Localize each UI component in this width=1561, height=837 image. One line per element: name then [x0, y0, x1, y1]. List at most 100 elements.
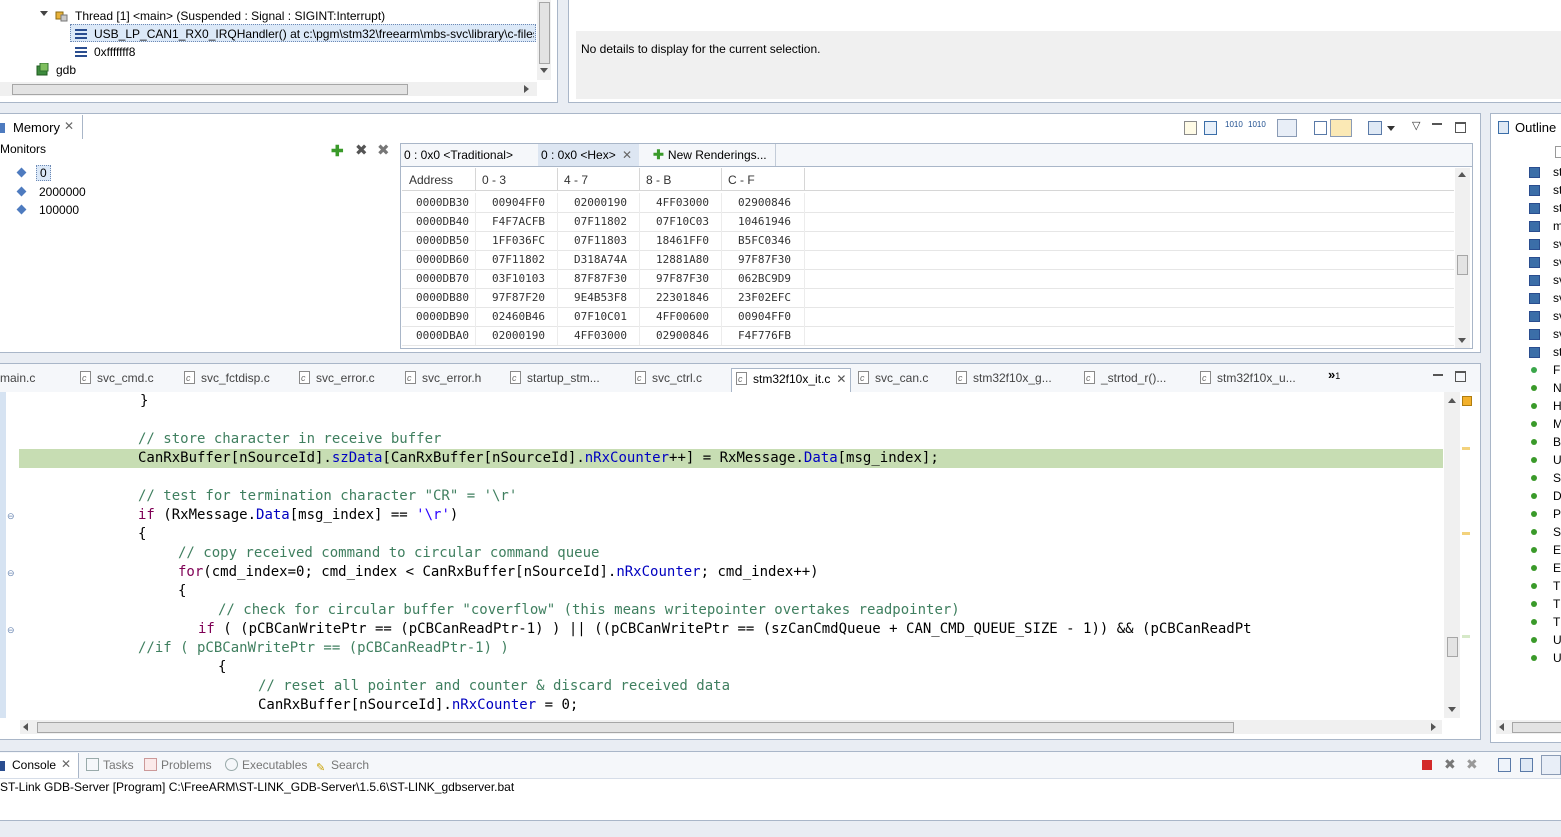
fold-icon[interactable]: ⊖: [7, 568, 15, 579]
view-menu-icon[interactable]: ▽: [1412, 119, 1420, 132]
horizontal-scrollbar[interactable]: [1496, 720, 1561, 734]
outline-item[interactable]: st: [1527, 344, 1561, 360]
tab-overflow-icon[interactable]: »1: [1328, 367, 1340, 382]
hex-value-cell[interactable]: 9E4B53F8: [574, 291, 627, 304]
scroll-left-arrow-icon[interactable]: [23, 723, 28, 731]
minimize-icon[interactable]: [1433, 374, 1443, 376]
hex-value-cell[interactable]: 07F10C01: [574, 310, 627, 323]
editor-tab[interactable]: svc_can.c: [858, 368, 928, 388]
scroll-thumb[interactable]: [1457, 255, 1468, 275]
editor-tab[interactable]: svc_error.h: [405, 368, 481, 388]
minimize-icon[interactable]: [1432, 123, 1442, 125]
console-output[interactable]: [0, 798, 1561, 820]
hex-value-cell[interactable]: F4F7ACFB: [492, 215, 545, 228]
hex-value-cell[interactable]: 00904FF0: [492, 196, 545, 209]
outline-item[interactable]: TI: [1527, 578, 1561, 594]
hex-value-cell[interactable]: 97F87F20: [492, 291, 545, 304]
column-header[interactable]: Address: [409, 173, 453, 187]
rendering-tab-hex[interactable]: 0 : 0x0 <Hex> ✕: [538, 144, 639, 166]
scroll-down-arrow-icon[interactable]: [1448, 707, 1456, 712]
hex-value-cell[interactable]: 062BC9D9: [738, 272, 791, 285]
outline-item[interactable]: TI: [1527, 596, 1561, 612]
outline-item[interactable]: EX: [1527, 542, 1561, 558]
outline-item[interactable]: U: [1527, 452, 1561, 468]
outline-item[interactable]: sv: [1527, 272, 1561, 288]
outline-item[interactable]: m: [1527, 218, 1561, 234]
hex-row[interactable]: 0000DBA0 02000190 4FF03000 02900846 F4F776FB: [402, 326, 1454, 346]
collapse-arrow-icon[interactable]: [40, 11, 48, 16]
hex-value-cell[interactable]: 87F87F30: [574, 272, 627, 285]
add-monitor-icon[interactable]: ✚: [331, 142, 344, 160]
horizontal-scrollbar[interactable]: [0, 82, 537, 96]
maximize-icon[interactable]: [1455, 122, 1466, 133]
hex-value-cell[interactable]: F4F776FB: [738, 329, 791, 342]
remove-all-monitors-icon[interactable]: ✖: [377, 141, 390, 159]
outline-item[interactable]: Bu: [1527, 434, 1561, 450]
editor-tab[interactable]: _strtod_r()...: [1084, 368, 1166, 388]
tab-tasks[interactable]: Tasks: [86, 758, 134, 772]
thread-row[interactable]: Thread [1] <main> (Suspended : Signal : …: [75, 7, 557, 25]
gdb-label[interactable]: gdb: [56, 61, 557, 79]
fold-icon[interactable]: ⊖: [7, 511, 15, 522]
outline-item[interactable]: EX: [1527, 560, 1561, 576]
editor-tab[interactable]: svc_ctrl.c: [635, 368, 702, 388]
hex-value-cell[interactable]: 4FF03000: [574, 329, 627, 342]
vertical-scrollbar[interactable]: [537, 0, 551, 80]
display-console-icon[interactable]: [1541, 755, 1561, 775]
hex-value-cell[interactable]: 23F02EFC: [738, 291, 791, 304]
hex-value-cell[interactable]: 07F11803: [574, 234, 627, 247]
outline-item[interactable]: TI: [1527, 614, 1561, 630]
hex-value-cell[interactable]: B5FC0346: [738, 234, 791, 247]
close-icon[interactable]: ✕: [836, 372, 846, 386]
hex-value-cell[interactable]: 1FF036FC: [492, 234, 545, 247]
hex-value-cell[interactable]: 07F11802: [492, 253, 545, 266]
vertical-scrollbar[interactable]: [1455, 168, 1470, 348]
outline-item[interactable]: N: [1527, 380, 1561, 396]
editor-tab[interactable]: main.c: [0, 368, 35, 388]
console-tab[interactable]: Console ✕: [0, 753, 79, 778]
outline-item[interactable]: Pe: [1527, 506, 1561, 522]
monitor-item[interactable]: 2000000: [16, 184, 216, 200]
binary-swap-icon[interactable]: 1010: [1248, 120, 1266, 129]
scroll-up-arrow-icon[interactable]: [1448, 398, 1456, 403]
link-scroll-icon[interactable]: [1330, 119, 1352, 137]
close-icon[interactable]: ✕: [61, 757, 71, 771]
editor-tab[interactable]: stm32f10x_it.c ✕: [731, 368, 852, 393]
monitor-item[interactable]: 0: [16, 165, 216, 181]
hex-row[interactable]: 0000DB30 00904FF0 02000190 4FF03000 02900846: [402, 193, 1454, 213]
hex-row[interactable]: 0000DB70 03F10103 87F87F30 97F87F30 062BC9D9: [402, 269, 1454, 289]
hex-row[interactable]: 0000DB40 F4F7ACFB 07F11802 07F10C03 10461946: [402, 212, 1454, 232]
hex-row[interactable]: 0000DB60 07F11802 D318A74A 12881A80 97F87F30: [402, 250, 1454, 270]
hex-value-cell[interactable]: 12881A80: [656, 253, 709, 266]
outline-item[interactable]: U: [1527, 650, 1561, 666]
column-header[interactable]: 0 - 3: [482, 173, 506, 187]
column-header[interactable]: 8 - B: [646, 173, 671, 187]
hex-value-cell[interactable]: 07F10C03: [656, 215, 709, 228]
hex-value-cell[interactable]: 02900846: [738, 196, 791, 209]
remove-launch-icon[interactable]: ✖: [1444, 756, 1456, 773]
outline-item[interactable]: H: [1527, 398, 1561, 414]
scroll-down-arrow-icon[interactable]: [1458, 338, 1466, 343]
maximize-icon[interactable]: [1455, 371, 1466, 382]
scroll-right-arrow-icon[interactable]: [524, 85, 529, 93]
outline-item[interactable]: SV: [1527, 470, 1561, 486]
terminate-icon[interactable]: [1422, 760, 1432, 770]
hex-value-cell[interactable]: 97F87F30: [738, 253, 791, 266]
scroll-thumb[interactable]: [1447, 637, 1458, 657]
remove-monitor-icon[interactable]: ✖: [355, 141, 368, 159]
hex-row[interactable]: 0000DB50 1FF036FC 07F11803 18461FF0 B5FC0346: [402, 231, 1454, 251]
outline-item[interactable]: st: [1527, 164, 1561, 180]
tab-problems[interactable]: Problems: [144, 758, 212, 772]
scroll-thumb[interactable]: [37, 722, 1234, 733]
export-icon[interactable]: [1204, 121, 1217, 135]
hex-row[interactable]: 0000DB90 02460B46 07F10C01 4FF00600 00904FF0: [402, 307, 1454, 327]
editor-tab[interactable]: svc_fctdisp.c: [184, 368, 270, 388]
hex-value-cell[interactable]: 4FF03000: [656, 196, 709, 209]
outline-item[interactable]: sv: [1527, 290, 1561, 306]
layout-icon[interactable]: [1314, 121, 1327, 135]
scroll-down-arrow-icon[interactable]: [540, 68, 548, 73]
toggle-split-icon[interactable]: [1277, 119, 1297, 137]
outline-item[interactable]: M: [1527, 416, 1561, 432]
hex-value-cell[interactable]: 10461946: [738, 215, 791, 228]
tab-search[interactable]: ✎ Search: [316, 758, 369, 774]
